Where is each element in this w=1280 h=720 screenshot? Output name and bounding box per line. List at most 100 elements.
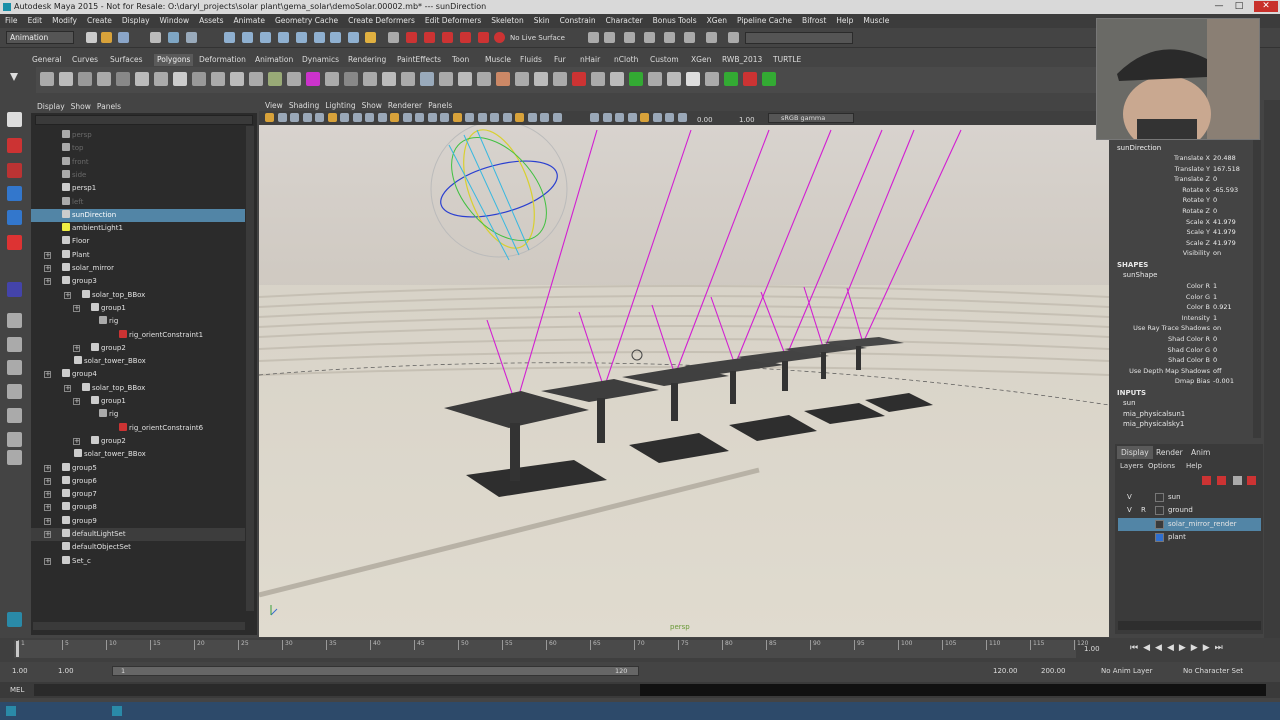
viewport-tool-icon[interactable] bbox=[290, 113, 299, 122]
input-node[interactable]: sun bbox=[1123, 399, 1136, 407]
layer-color-swatch[interactable] bbox=[1155, 532, 1164, 542]
shelf-tab-xgen[interactable]: XGen bbox=[691, 54, 711, 66]
expand-toggle-icon[interactable]: + bbox=[73, 344, 80, 352]
layout-script-icon[interactable] bbox=[7, 450, 22, 465]
menu-window[interactable]: Window bbox=[155, 14, 195, 28]
channel-attr-value[interactable]: 20.488 bbox=[1213, 153, 1236, 164]
shelf-tool-icon[interactable] bbox=[610, 72, 624, 86]
layer-tab-anim[interactable]: Anim bbox=[1187, 446, 1214, 459]
minimize-button[interactable]: — bbox=[1210, 1, 1228, 12]
channel-box-scrollbar[interactable] bbox=[1253, 140, 1261, 438]
new-scene-icon[interactable] bbox=[86, 32, 97, 43]
menu-bonus-tools[interactable]: Bonus Tools bbox=[648, 14, 702, 28]
playback-controls[interactable]: ⏮◀◀◀▶▶▶⏭ bbox=[1130, 643, 1228, 653]
outliner-item[interactable]: + Set_c bbox=[31, 555, 245, 568]
outliner-item[interactable]: + solar_top_BBox bbox=[31, 289, 245, 302]
open-scene-icon[interactable] bbox=[101, 32, 112, 43]
select-object-icon[interactable] bbox=[168, 32, 179, 43]
outliner-item[interactable]: + solar_mirror bbox=[31, 262, 245, 275]
outliner-item[interactable]: rig_orientConstraint6 bbox=[31, 422, 245, 435]
outliner-item[interactable]: rig_orientConstraint1 bbox=[31, 329, 245, 342]
outliner-item[interactable]: rig bbox=[31, 315, 245, 328]
outliner-item[interactable]: front bbox=[31, 156, 245, 169]
shelf-tool-icon[interactable] bbox=[477, 72, 491, 86]
shelf-tab-curves[interactable]: Curves bbox=[72, 54, 98, 66]
shelf-tool-icon[interactable] bbox=[439, 72, 453, 86]
outliner-item[interactable]: + solar_top_BBox bbox=[31, 382, 245, 395]
viewport-tool-icon[interactable] bbox=[665, 113, 674, 122]
save-scene-icon[interactable] bbox=[118, 32, 129, 43]
layout-graph-icon[interactable] bbox=[7, 408, 22, 423]
ipr-render-icon[interactable] bbox=[424, 32, 435, 43]
viewport-tool-icon[interactable] bbox=[640, 113, 649, 122]
time-slider[interactable]: 1 5 10 15 20 25 30 35 40 45 50 55 60 65 70 75 80 85 90 95 10… bbox=[0, 638, 1280, 662]
expand-toggle-icon[interactable]: + bbox=[64, 291, 71, 299]
outliner-scrollbar[interactable] bbox=[246, 126, 254, 611]
channel-attr[interactable]: Scale Y 41.979 bbox=[1112, 227, 1262, 238]
shelf-tool-icon[interactable] bbox=[363, 72, 377, 86]
outliner-item[interactable]: top bbox=[31, 142, 245, 155]
channel-attr[interactable]: Scale Z 41.979 bbox=[1112, 238, 1262, 249]
snap-plane-icon[interactable] bbox=[278, 32, 289, 43]
layer-color-swatch[interactable] bbox=[1155, 506, 1164, 516]
outliner-item[interactable]: + group2 bbox=[31, 342, 245, 355]
shelf-tool-icon[interactable] bbox=[306, 72, 320, 86]
expand-toggle-icon[interactable]: + bbox=[44, 517, 51, 525]
shape-attr-value[interactable]: on bbox=[1213, 323, 1221, 334]
viewport-tool-icon[interactable] bbox=[415, 113, 424, 122]
outliner-item[interactable]: + group9 bbox=[31, 515, 245, 528]
shelf-tab-nhair[interactable]: nHair bbox=[580, 54, 600, 66]
outliner-item[interactable]: defaultObjectSet bbox=[31, 541, 245, 554]
viewport-menu-lighting[interactable]: Lighting bbox=[325, 100, 355, 111]
layer-tab-render[interactable]: Render bbox=[1152, 446, 1187, 459]
menu-constrain[interactable]: Constrain bbox=[555, 14, 601, 28]
viewport-tool-icon[interactable] bbox=[452, 113, 462, 122]
move-icon[interactable] bbox=[7, 186, 22, 201]
layer-row[interactable]: Vsun bbox=[1118, 491, 1261, 504]
shape-attr[interactable]: Color B 0.921 bbox=[1112, 302, 1262, 313]
shelf-tool-icon[interactable] bbox=[116, 72, 130, 86]
outliner-item[interactable]: left bbox=[31, 196, 245, 209]
shelf-tool-icon[interactable] bbox=[629, 72, 643, 86]
shape-attr-value[interactable]: -0.001 bbox=[1213, 376, 1234, 387]
shelf-tool-icon[interactable] bbox=[382, 72, 396, 86]
expand-toggle-icon[interactable]: + bbox=[73, 304, 80, 312]
layout-hypershade-icon[interactable] bbox=[7, 432, 22, 447]
paint-icon[interactable] bbox=[7, 163, 22, 178]
snap-surface-icon[interactable] bbox=[296, 32, 307, 43]
shape-attr-value[interactable]: 1 bbox=[1213, 292, 1217, 303]
shelf-tab-custom[interactable]: Custom bbox=[650, 54, 679, 66]
shape-attr[interactable]: Color G1 bbox=[1112, 292, 1262, 303]
menu-xgen[interactable]: XGen bbox=[702, 14, 732, 28]
shape-attr-value[interactable]: 0 bbox=[1213, 345, 1217, 356]
menu-create-deformers[interactable]: Create Deformers bbox=[343, 14, 420, 28]
outliner-item[interactable]: + group3 bbox=[31, 275, 245, 288]
shape-attr[interactable]: Use Ray Trace Shadows on bbox=[1112, 323, 1262, 334]
viewport-tool-icon[interactable] bbox=[427, 113, 437, 122]
shelf-tool-icon[interactable] bbox=[135, 72, 149, 86]
channel-attr[interactable]: Rotate Y0 bbox=[1112, 195, 1262, 206]
shelf-tab-general[interactable]: General bbox=[32, 54, 62, 66]
channel-attr-value[interactable]: 0 bbox=[1213, 195, 1217, 206]
menu-edit[interactable]: Edit bbox=[23, 14, 48, 28]
shelf-tab-deformation[interactable]: Deformation bbox=[199, 54, 246, 66]
expand-toggle-icon[interactable]: + bbox=[44, 464, 51, 472]
shelf-tool-icon[interactable] bbox=[496, 72, 510, 86]
channel-attr-value[interactable]: 0 bbox=[1213, 174, 1217, 185]
viewport-tool-icon[interactable] bbox=[540, 113, 549, 122]
channel-attr-value[interactable]: -65.593 bbox=[1213, 185, 1238, 196]
layer-row[interactable]: solar_mirror_render bbox=[1118, 517, 1261, 531]
viewport-tool-icon[interactable] bbox=[402, 113, 412, 122]
outliner-item[interactable]: + group1 bbox=[31, 302, 245, 315]
menu-file[interactable]: File bbox=[0, 14, 23, 28]
expand-toggle-icon[interactable]: + bbox=[44, 278, 51, 286]
viewport-menu-panels[interactable]: Panels bbox=[428, 100, 452, 111]
snap-grid-icon[interactable] bbox=[224, 32, 235, 43]
menu-modify[interactable]: Modify bbox=[47, 14, 82, 28]
render-settings-icon[interactable] bbox=[442, 32, 453, 43]
viewport-tool-icon[interactable] bbox=[490, 113, 499, 122]
shelf-tab-painteffects[interactable]: PaintEffects bbox=[397, 54, 441, 66]
shape-attr[interactable]: Shad Color B0 bbox=[1112, 355, 1262, 366]
viewport-tool-icon[interactable] bbox=[265, 113, 274, 122]
shelf-tool-icon[interactable] bbox=[534, 72, 548, 86]
